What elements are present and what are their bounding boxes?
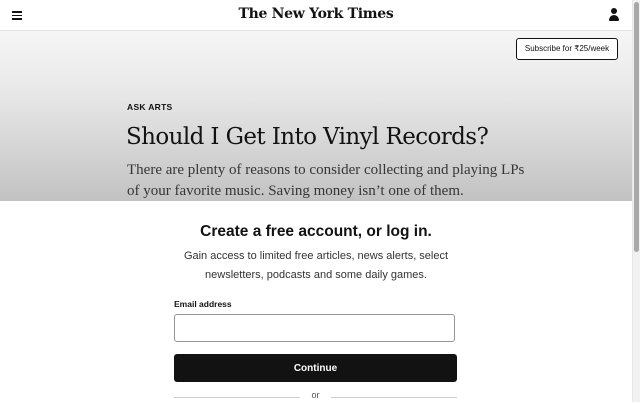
modal-title: Create a free account, or log in. bbox=[200, 223, 432, 240]
divider-text: or bbox=[311, 390, 320, 400]
subscribe-button[interactable]: Subscribe for ₹25/week bbox=[516, 38, 618, 60]
scrollbar-thumb[interactable] bbox=[634, 2, 639, 252]
top-header: The New York Times bbox=[0, 0, 632, 31]
email-label: Email address bbox=[174, 299, 232, 309]
user-account-icon[interactable] bbox=[608, 8, 620, 22]
nyt-logo[interactable]: The New York Times bbox=[0, 6, 632, 22]
registration-modal: Create a free account, or log in. Gain a… bbox=[0, 201, 632, 402]
article-summary: There are plenty of reasons to consider … bbox=[127, 162, 525, 199]
or-divider: or bbox=[174, 389, 457, 403]
page-scrollbar[interactable] bbox=[632, 0, 640, 402]
article-kicker[interactable]: ASK ARTS bbox=[127, 102, 173, 112]
divider-line-right bbox=[331, 397, 457, 398]
modal-description: Gain access to limited free articles, ne… bbox=[183, 250, 449, 281]
email-input[interactable] bbox=[174, 314, 455, 342]
continue-button[interactable]: Continue bbox=[174, 354, 457, 382]
article-headline: Should I Get Into Vinyl Records? bbox=[126, 124, 489, 150]
